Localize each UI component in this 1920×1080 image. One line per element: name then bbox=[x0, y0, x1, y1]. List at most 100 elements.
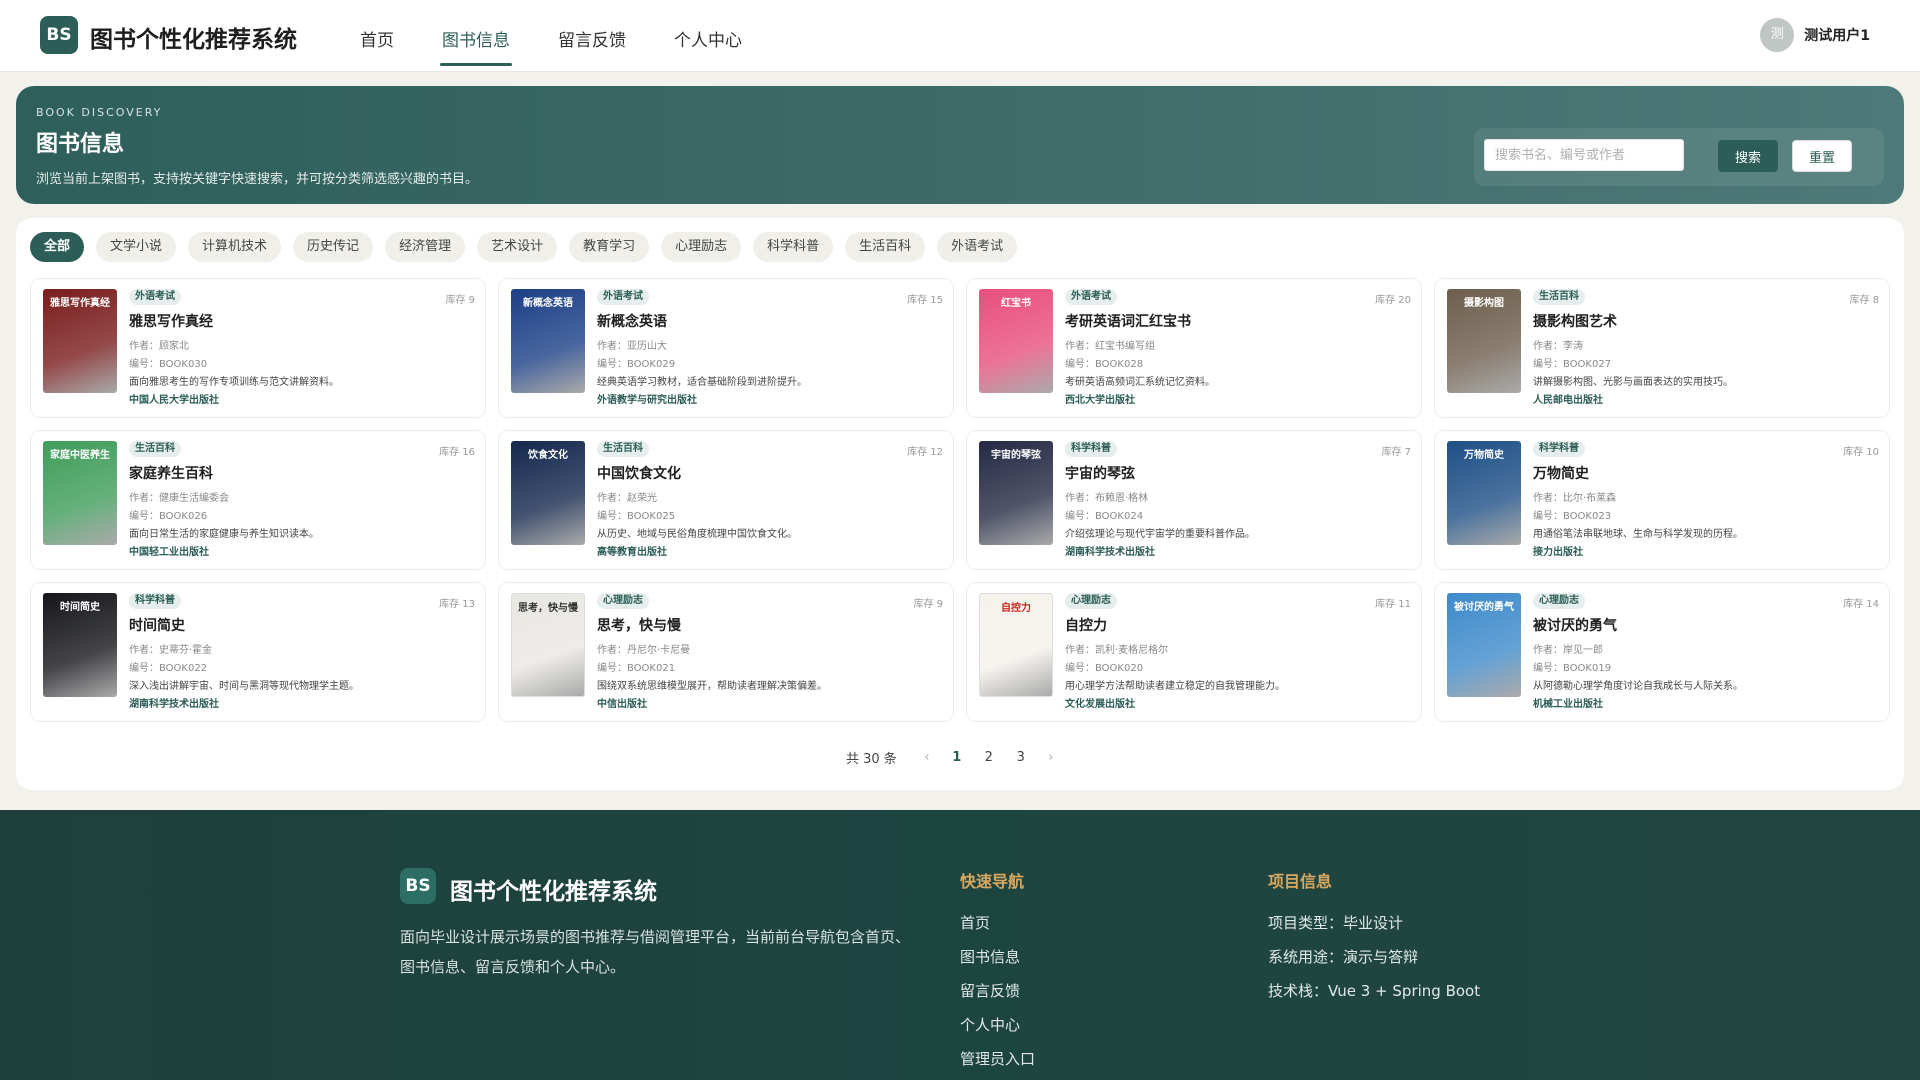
footer-link-feedback[interactable]: 留言反馈 bbox=[960, 974, 1035, 1008]
nav-books[interactable]: 图书信息 bbox=[440, 0, 512, 72]
book-title[interactable]: 被讨厌的勇气 bbox=[1533, 615, 1617, 635]
category-chip[interactable]: 文学小说 bbox=[96, 232, 177, 262]
book-card[interactable]: 新概念英语 外语考试 库存 15 新概念英语 作者：亚历山大 编号：BOOK029 经典英语… bbox=[498, 278, 954, 418]
book-publisher: 中国人民大学出版社 bbox=[129, 395, 219, 406]
book-description: 从历史、地域与民俗角度梳理中国饮食文化。 bbox=[597, 529, 797, 540]
page-title: 图书信息 bbox=[36, 132, 125, 157]
book-description: 面向雅思考生的写作专项训练与范文讲解资料。 bbox=[129, 377, 339, 388]
book-cover[interactable]: 自控力 bbox=[979, 593, 1053, 697]
book-card[interactable]: 家庭中医养生 生活百科 库存 16 家庭养生百科 作者：健康生活编委会 编号：BOOK02… bbox=[30, 430, 486, 570]
category-chip[interactable]: 经济管理 bbox=[385, 232, 466, 262]
user-menu[interactable]: 测 测试用户1 bbox=[1760, 18, 1870, 52]
book-cover-title: 雅思写作真经 bbox=[50, 298, 110, 309]
book-list-panel: 全部 文学小说 计算机技术 历史传记 经济管理 艺术设计 教育学习 心理励志 科学科普 生活百科外… bbox=[16, 218, 1904, 790]
book-card[interactable]: 自控力 心理励志 库存 11 自控力 作者：凯利·麦格尼格尔 编号：BOOK020 用心理学… bbox=[966, 582, 1422, 722]
book-stock: 库存 7 bbox=[1381, 447, 1411, 458]
book-cover[interactable]: 新概念英语 bbox=[511, 289, 585, 393]
book-stock: 库存 10 bbox=[1843, 447, 1879, 458]
search-button[interactable]: 搜索 bbox=[1718, 140, 1778, 172]
book-cover[interactable]: 被讨厌的勇气 bbox=[1447, 593, 1521, 697]
book-cover[interactable]: 摄影构图 bbox=[1447, 289, 1521, 393]
book-code: 编号：BOOK021 bbox=[597, 663, 676, 674]
book-category-tag: 生活百科 bbox=[129, 441, 181, 457]
book-category-tag: 心理励志 bbox=[1533, 593, 1585, 609]
book-category-tag: 科学科普 bbox=[129, 593, 181, 609]
footer-description: 面向毕业设计展示场景的图书推荐与借阅管理平台，当前前台导航包含首页、图书信息、留… bbox=[400, 928, 911, 976]
book-title[interactable]: 中国饮食文化 bbox=[597, 463, 681, 483]
main-nav: 首页 图书信息 留言反馈 个人中心 bbox=[360, 0, 790, 72]
book-cover[interactable]: 红宝书 bbox=[979, 289, 1053, 393]
footer-info-stack: 技术栈：Vue 3 + Spring Boot bbox=[1268, 982, 1481, 1000]
book-title[interactable]: 万物简史 bbox=[1533, 463, 1589, 483]
footer-link-profile[interactable]: 个人中心 bbox=[960, 1008, 1035, 1042]
nav-feedback[interactable]: 留言反馈 bbox=[558, 0, 626, 72]
book-title[interactable]: 宇宙的琴弦 bbox=[1065, 463, 1135, 483]
category-chip[interactable]: 科学科普 bbox=[753, 232, 834, 262]
category-chip[interactable]: 计算机技术 bbox=[188, 232, 282, 262]
book-title[interactable]: 自控力 bbox=[1065, 615, 1107, 635]
book-description: 考研英语高频词汇系统记忆资料。 bbox=[1065, 377, 1215, 388]
book-card[interactable]: 时间简史 科学科普 库存 13 时间简史 作者：史蒂芬·霍金 编号：BOOK022 深入浅出… bbox=[30, 582, 486, 722]
category-chip[interactable]: 外语考试 bbox=[937, 232, 1018, 262]
book-code: 编号：BOOK022 bbox=[129, 663, 208, 674]
book-card[interactable]: 思考，快与慢 心理励志 库存 9 思考，快与慢 作者：丹尼尔·卡尼曼 编号：BOOK021… bbox=[498, 582, 954, 722]
page-2[interactable]: 2 bbox=[973, 750, 1005, 765]
logo-badge[interactable]: BS bbox=[40, 16, 78, 54]
book-cover[interactable]: 家庭中医养生 bbox=[43, 441, 117, 545]
footer-logo: BS bbox=[400, 868, 436, 904]
book-card[interactable]: 万物简史 科学科普 库存 10 万物简史 作者：比尔·布莱森 编号：BOOK023 用通俗笔… bbox=[1434, 430, 1890, 570]
next-page-icon[interactable]: › bbox=[1037, 750, 1065, 765]
book-cover[interactable]: 雅思写作真经 bbox=[43, 289, 117, 393]
category-chip[interactable]: 艺术设计 bbox=[477, 232, 558, 262]
user-name[interactable]: 测试用户1 bbox=[1804, 25, 1870, 45]
book-stock: 库存 14 bbox=[1843, 599, 1879, 610]
page-1[interactable]: 1 bbox=[941, 750, 973, 765]
book-stock: 库存 20 bbox=[1375, 295, 1411, 306]
reset-button[interactable]: 重置 bbox=[1792, 140, 1852, 172]
search-bar: 搜索 重置 bbox=[1474, 128, 1884, 186]
book-description: 深入浅出讲解宇宙、时间与黑洞等现代物理学主题。 bbox=[129, 681, 359, 692]
book-cover[interactable]: 思考，快与慢 bbox=[511, 593, 585, 697]
prev-page-icon[interactable]: ‹ bbox=[913, 750, 941, 765]
search-input[interactable] bbox=[1484, 139, 1684, 171]
book-cover[interactable]: 时间简史 bbox=[43, 593, 117, 697]
page-3[interactable]: 3 bbox=[1005, 750, 1037, 765]
book-publisher: 西北大学出版社 bbox=[1065, 395, 1135, 406]
footer-link-home[interactable]: 首页 bbox=[960, 906, 1035, 940]
category-chip[interactable]: 历史传记 bbox=[293, 232, 374, 262]
book-card[interactable]: 被讨厌的勇气 心理励志 库存 14 被讨厌的勇气 作者：岸见一郎 编号：BOOK019 从阿… bbox=[1434, 582, 1890, 722]
book-cover[interactable]: 万物简史 bbox=[1447, 441, 1521, 545]
book-cover[interactable]: 饮食文化 bbox=[511, 441, 585, 545]
book-card[interactable]: 饮食文化 生活百科 库存 12 中国饮食文化 作者：赵荣光 编号：BOOK025 从历史、地… bbox=[498, 430, 954, 570]
book-code: 编号：BOOK027 bbox=[1533, 359, 1612, 370]
book-card[interactable]: 宇宙的琴弦 科学科普 库存 7 宇宙的琴弦 作者：布赖恩·格林 编号：BOOK024 介绍弦… bbox=[966, 430, 1422, 570]
book-title[interactable]: 家庭养生百科 bbox=[129, 463, 213, 483]
book-card[interactable]: 摄影构图 生活百科 库存 8 摄影构图艺术 作者：李涛 编号：BOOK027 讲解摄影构图、… bbox=[1434, 278, 1890, 418]
site-brand[interactable]: 图书个性化推荐系统 bbox=[90, 20, 297, 54]
footer-nav-title: 快速导航 bbox=[960, 872, 1025, 891]
category-chip[interactable]: 全部 bbox=[30, 232, 85, 262]
book-card[interactable]: 雅思写作真经 外语考试 库存 9 雅思写作真经 作者：顾家北 编号：BOOK030 面向雅思… bbox=[30, 278, 486, 418]
book-author: 作者：史蒂芬·霍金 bbox=[129, 645, 213, 656]
footer-link-books[interactable]: 图书信息 bbox=[960, 940, 1035, 974]
book-author: 作者：亚历山大 bbox=[597, 341, 667, 352]
category-chip[interactable]: 生活百科 bbox=[845, 232, 926, 262]
book-publisher: 高等教育出版社 bbox=[597, 547, 667, 558]
avatar[interactable]: 测 bbox=[1760, 18, 1795, 52]
book-cover[interactable]: 宇宙的琴弦 bbox=[979, 441, 1053, 545]
category-chip[interactable]: 教育学习 bbox=[569, 232, 650, 262]
book-title[interactable]: 雅思写作真经 bbox=[129, 311, 213, 331]
book-title[interactable]: 新概念英语 bbox=[597, 311, 667, 331]
book-title[interactable]: 摄影构图艺术 bbox=[1533, 311, 1617, 331]
book-title[interactable]: 时间简史 bbox=[129, 615, 185, 635]
book-stock: 库存 13 bbox=[439, 599, 475, 610]
nav-profile[interactable]: 个人中心 bbox=[674, 0, 742, 72]
nav-home[interactable]: 首页 bbox=[360, 0, 394, 72]
book-title[interactable]: 考研英语词汇红宝书 bbox=[1065, 311, 1191, 331]
book-cover-title: 饮食文化 bbox=[528, 450, 568, 461]
footer-link-admin[interactable]: 管理员入口 bbox=[960, 1042, 1035, 1076]
page-description: 浏览当前上架图书，支持按关键字快速搜索，并可按分类筛选感兴趣的书目。 bbox=[36, 172, 479, 187]
book-title[interactable]: 思考，快与慢 bbox=[597, 615, 681, 635]
book-card[interactable]: 红宝书 外语考试 库存 20 考研英语词汇红宝书 作者：红宝书编写组 编号：BOOK028… bbox=[966, 278, 1422, 418]
category-chip[interactable]: 心理励志 bbox=[661, 232, 742, 262]
